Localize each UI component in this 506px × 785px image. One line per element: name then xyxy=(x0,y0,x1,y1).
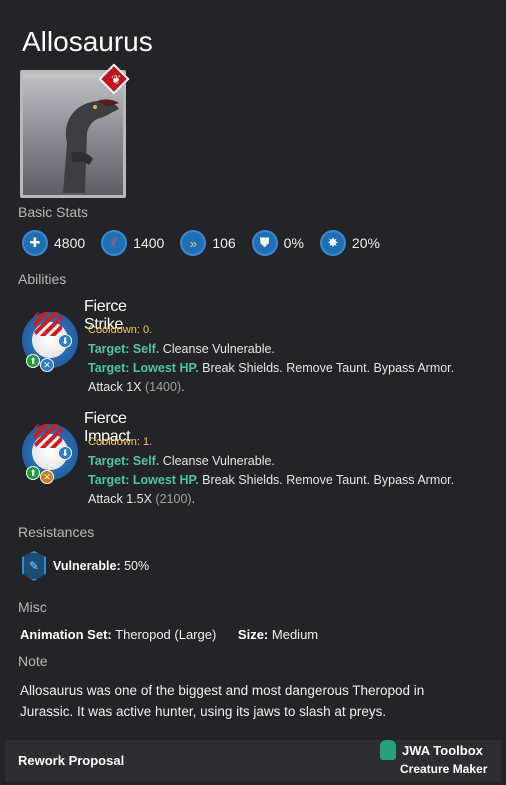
crit-icon: ✸ xyxy=(319,230,346,256)
target-self: Target: Self. xyxy=(88,342,160,356)
damage-icon: ⫽ xyxy=(101,230,128,256)
ability-description: Cooldown: 1. Target: Self. Cleanse Vulne… xyxy=(88,436,455,506)
bypass-armor-icon: ✕ xyxy=(40,470,54,484)
creature-name: Allosaurus xyxy=(22,26,153,57)
stat-armor-value: 0% xyxy=(283,235,304,251)
vulnerable-resist-icon: ✎ xyxy=(22,551,46,581)
effect-self: Cleanse Vulnerable. xyxy=(162,454,275,468)
target-lowest-hp: Target: Lowest HP. xyxy=(88,361,199,375)
break-shield-icon: ⬆ xyxy=(26,354,40,368)
animation-label: Animation Set: xyxy=(20,627,112,642)
cleanse-icon: ⬇ xyxy=(58,334,72,348)
attack-value: (2100) xyxy=(155,492,192,506)
stats-row: ✚ 4800 ⫽ 1400 » 106 ⛊ 0% ✸ 20% xyxy=(22,230,396,256)
misc-heading: Misc xyxy=(18,599,47,615)
stat-damage-value: 1400 xyxy=(133,235,165,251)
claw-slash-icon xyxy=(34,312,62,336)
basic-stats-heading: Basic Stats xyxy=(18,204,89,220)
dinosaur-image xyxy=(63,99,119,193)
abilities-heading: Abilities xyxy=(18,271,67,287)
stat-speed-value: 106 xyxy=(212,235,236,251)
footer-title: Rework Proposal xyxy=(18,753,125,768)
speed-icon: » xyxy=(180,230,207,256)
stat-health: ✚ 4800 xyxy=(22,230,85,256)
stat-armor: ⛊ 0% xyxy=(251,230,304,256)
footer-bar: Rework Proposal JWA Toolbox Creature Mak… xyxy=(5,740,501,782)
resistance-value: 50% xyxy=(124,559,150,573)
resistance-text: Vulnerable: 50% xyxy=(53,559,149,573)
attack-multiplier: Attack 1X xyxy=(88,380,142,394)
note-text: Allosaurus was one of the biggest and mo… xyxy=(20,683,425,719)
resistances-heading: Resistances xyxy=(18,524,95,540)
claw-slash-icon xyxy=(34,424,62,448)
size-label: Size: xyxy=(237,627,269,642)
target-self: Target: Self. xyxy=(88,454,160,468)
effect-lowest-hp: Break Shields. Remove Taunt. Bypass Armo… xyxy=(202,361,455,375)
stat-crit-value: 20% xyxy=(351,235,380,251)
misc-row: Animation Set: Theropod (Large) Size: Me… xyxy=(20,627,318,642)
stat-crit: ✸ 20% xyxy=(319,230,380,256)
effect-lowest-hp: Break Shields. Remove Taunt. Bypass Armo… xyxy=(202,473,455,487)
armor-icon: ⛊ xyxy=(251,230,278,256)
stat-health-value: 4800 xyxy=(54,235,86,251)
attack-value: (1400) xyxy=(144,380,182,394)
ability-cooldown: Cooldown: 0. xyxy=(88,324,153,336)
stat-damage: ⫽ 1400 xyxy=(101,230,164,256)
brand-name: JWA Toolbox xyxy=(402,743,483,758)
health-icon: ✚ xyxy=(22,230,48,256)
resistance-label: Vulnerable: xyxy=(53,559,121,573)
ability-cooldown: Cooldown: 1. xyxy=(88,436,153,448)
jwa-toolbox-logo-icon xyxy=(380,740,396,760)
resistance-row: ✎ Vulnerable: 50% xyxy=(22,551,149,581)
note-heading: Note xyxy=(18,653,48,669)
claw-icon: ❦ xyxy=(111,72,122,87)
cleanse-icon: ⬇ xyxy=(58,446,72,460)
bypass-armor-icon: ✕ xyxy=(40,358,54,372)
size-value: Medium xyxy=(271,627,319,642)
stat-speed: » 106 xyxy=(180,230,236,256)
effect-self: Cleanse Vulnerable. xyxy=(162,342,275,356)
attack-multiplier: Attack 1.5X xyxy=(88,492,152,506)
ability-description: Cooldown: 0. Target: Self. Cleanse Vulne… xyxy=(88,324,455,394)
animation-value: Theropod (Large) xyxy=(115,627,217,642)
brand-subtitle: Creature Maker xyxy=(400,762,488,776)
break-shield-icon: ⬆ xyxy=(26,466,40,480)
target-lowest-hp: Target: Lowest HP. xyxy=(88,473,199,487)
